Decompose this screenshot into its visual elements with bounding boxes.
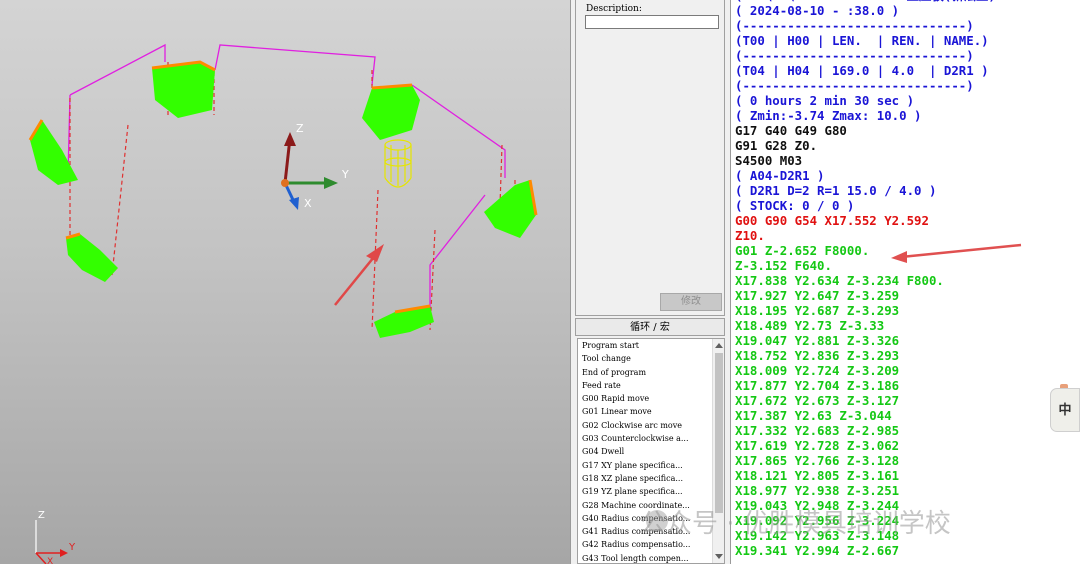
annotation-arrow-viewport [334,244,384,306]
command-list-item[interactable]: G02 Clockwise arc move [578,419,712,432]
command-list-item[interactable]: Program start [578,339,712,352]
cut-patch-2 [152,62,215,118]
side-panel: Description: 修改 循环 / 宏 Program start Tool… [570,0,730,564]
command-list-item[interactable]: G04 Dwell [578,445,712,458]
command-list-item[interactable]: G17 XY plane specifica... [578,459,712,472]
toolpath-view: Z Y X Z Y X [28,43,538,564]
corner-axis-label-y: Y [68,542,76,553]
annotation-arrow-code [891,243,1022,263]
command-list-item[interactable]: G43 Tool length compen... [578,552,712,563]
description-group: Description: 修改 [575,0,725,316]
scroll-down-arrow-icon[interactable] [715,554,723,559]
description-label: Description: [586,4,642,14]
cut-patch-5 [66,234,118,282]
axis-label-x: X [304,197,312,210]
command-list-item[interactable]: G42 Radius compensatio... [578,538,712,551]
input-method-chip[interactable]: 中 [1050,388,1080,432]
command-list-item[interactable]: Feed rate [578,379,712,392]
corner-axis-label-z: Z [38,510,45,521]
3d-viewport[interactable]: Z Y X Z Y X [0,0,570,564]
cut-patch-4 [484,180,536,238]
cut-patch-3 [362,85,420,140]
scroll-up-arrow-icon[interactable] [715,343,723,348]
watermark: 公众号 · 优胜模具培训学校 [640,509,951,539]
command-list-item[interactable]: End of program [578,366,712,379]
corner-axis-label-x: X [47,557,53,564]
cut-patches [28,60,538,338]
command-list-item[interactable]: G01 Linear move [578,405,712,418]
tool-wireframe [384,139,412,188]
command-list-item[interactable]: G00 Rapid move [578,392,712,405]
scrollbar-thumb[interactable] [715,353,723,513]
axis-label-z: Z [296,122,304,135]
command-list-item[interactable]: G18 XZ plane specifica... [578,472,712,485]
command-list-item[interactable]: G19 YZ plane specifica... [578,485,712,498]
axis-label-y: Y [341,168,349,181]
nc-code-editor[interactable]: ( D:\NC\70000166-28-03 上压板(新法兰)6( 2024-0… [730,0,1080,564]
description-input[interactable] [585,15,719,29]
command-list-item[interactable]: Tool change [578,352,712,365]
command-list-item[interactable]: G03 Counterclockwise a... [578,432,712,445]
modify-button[interactable]: 修改 [660,293,722,311]
tab-cycle-macro[interactable]: 循环 / 宏 [575,318,725,336]
